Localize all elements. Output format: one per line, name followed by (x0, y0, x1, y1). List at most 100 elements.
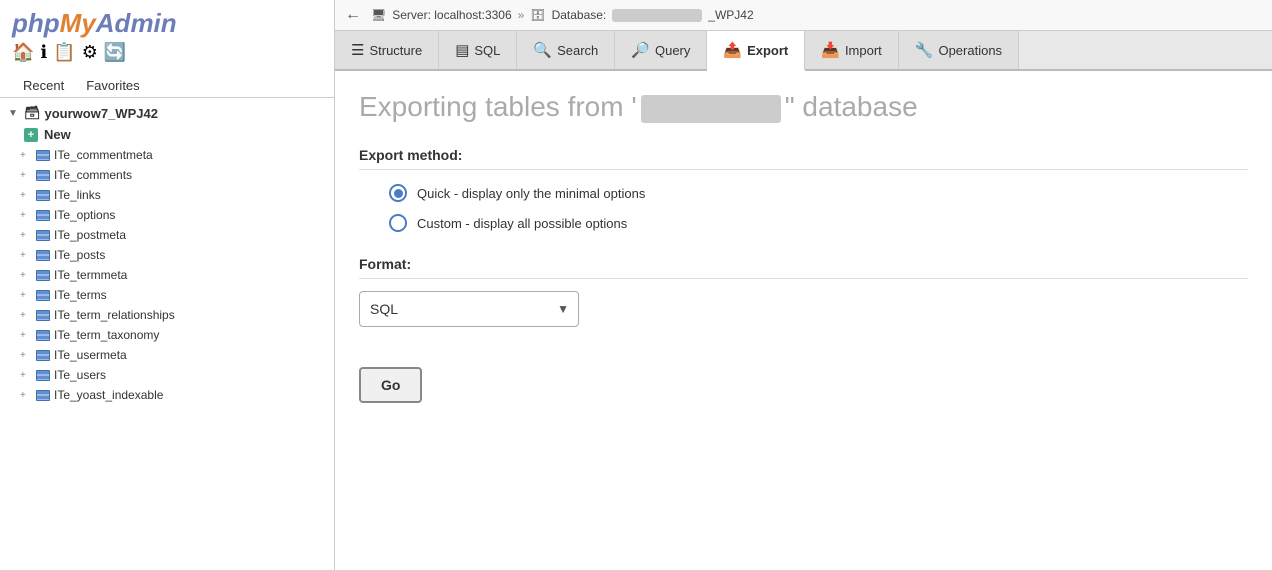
db-name-suffix: _WPJ42 (708, 8, 753, 22)
db-icon: 🗃 (24, 105, 41, 121)
settings-icon[interactable]: ⚙ (82, 42, 98, 63)
logo-my: My (60, 8, 96, 38)
format-select-wrapper: SQLCSVCSV for MS ExcelJSONXML ▼ (359, 291, 1248, 327)
table-item[interactable]: + ITe_users (0, 365, 334, 385)
table-item[interactable]: + ITe_comments (0, 165, 334, 185)
export-tab-icon: 📤 (723, 41, 742, 59)
server-breadcrumb-icon: 🖥 (371, 8, 386, 22)
custom-option[interactable]: Custom - display all possible options (389, 214, 1248, 232)
table-item[interactable]: + ITe_commentmeta (0, 145, 334, 165)
database-breadcrumb-icon: 🗄 (530, 8, 545, 22)
tab-operations[interactable]: 🔧Operations (899, 31, 1019, 69)
tab-export[interactable]: 📤 Export (707, 31, 805, 71)
table-list: + ITe_commentmeta + ITe_comments + ITe_l… (0, 145, 334, 405)
export-tab-label: Export (747, 43, 788, 58)
table-icon (35, 307, 51, 323)
refresh-icon[interactable]: 🔄 (104, 42, 126, 63)
table-name: ITe_terms (54, 288, 107, 302)
table-name: ITe_posts (54, 248, 105, 262)
home-icon[interactable]: 🏠 (12, 42, 34, 63)
page-title-db-blur (641, 95, 781, 123)
table-expand-icon: + (20, 330, 32, 341)
new-item[interactable]: + New (0, 124, 334, 145)
quick-option[interactable]: Quick - display only the minimal options (389, 184, 1248, 202)
tab-sql[interactable]: ▤SQL (439, 31, 517, 69)
copy-icon[interactable]: 📋 (53, 42, 75, 63)
nav-tabs: Recent Favorites (0, 69, 334, 98)
tab-search[interactable]: 🔍Search (517, 31, 615, 69)
page-title: Exporting tables from ' " database (359, 91, 1248, 123)
search-tab-icon: 🔍 (533, 41, 552, 59)
format-header: Format: (359, 256, 1248, 279)
main-panel: ← 🖥 Server: localhost:3306 » 🗄 Database:… (335, 0, 1272, 570)
database-tree: ▼ 🗃 yourwow7_WPJ42 + New + ITe_commentme… (0, 98, 334, 570)
db-name-blurred (612, 9, 702, 22)
new-item-label: New (44, 127, 71, 142)
table-icon (35, 367, 51, 383)
import-tab-label: Import (845, 43, 882, 58)
table-expand-icon: + (20, 270, 32, 281)
table-item[interactable]: + ITe_yoast_indexable (0, 385, 334, 405)
table-item[interactable]: + ITe_termmeta (0, 265, 334, 285)
server-text: Server: localhost:3306 (392, 8, 511, 22)
favorites-tab[interactable]: Favorites (75, 73, 150, 97)
database-label: Database: (552, 8, 607, 22)
page-title-prefix: Exporting tables from ' (359, 91, 637, 122)
recent-tab[interactable]: Recent (12, 73, 75, 97)
query-tab-icon: 🔎 (631, 41, 650, 59)
table-expand-icon: + (20, 190, 32, 201)
table-item[interactable]: + ITe_term_taxonomy (0, 325, 334, 345)
table-item[interactable]: + ITe_terms (0, 285, 334, 305)
table-name: ITe_comments (54, 168, 132, 182)
db-root-item[interactable]: ▼ 🗃 yourwow7_WPJ42 (0, 102, 334, 124)
tab-structure[interactable]: ☰Structure (335, 31, 439, 69)
back-button[interactable]: ← (345, 6, 361, 24)
info-icon[interactable]: ℹ (40, 42, 47, 63)
format-section: Format: SQLCSVCSV for MS ExcelJSONXML ▼ (359, 256, 1248, 327)
custom-radio[interactable] (389, 214, 407, 232)
db-root-label: yourwow7_WPJ42 (45, 106, 158, 121)
tab-query[interactable]: 🔎 Query (615, 31, 707, 69)
content-area: Exporting tables from ' " database Export… (335, 71, 1272, 570)
table-item[interactable]: + ITe_term_relationships (0, 305, 334, 325)
quick-radio[interactable] (389, 184, 407, 202)
table-name: ITe_yoast_indexable (54, 388, 163, 402)
table-icon (35, 227, 51, 243)
table-icon (35, 387, 51, 403)
format-select-container: SQLCSVCSV for MS ExcelJSONXML ▼ (359, 291, 579, 327)
table-item[interactable]: + ITe_postmeta (0, 225, 334, 245)
table-name: ITe_options (54, 208, 115, 222)
table-item[interactable]: + ITe_links (0, 185, 334, 205)
table-expand-icon: + (20, 250, 32, 261)
table-expand-icon: + (20, 150, 32, 161)
table-icon (35, 287, 51, 303)
table-expand-icon: + (20, 310, 32, 321)
breadcrumb-bar: ← 🖥 Server: localhost:3306 » 🗄 Database:… (335, 0, 1272, 31)
table-icon (35, 327, 51, 343)
logo-admin: Admin (96, 8, 177, 38)
logo-php: php (12, 8, 60, 38)
page-title-suffix: " database (785, 91, 918, 122)
table-expand-icon: + (20, 290, 32, 301)
tab-import[interactable]: 📥Import (805, 31, 899, 69)
table-item[interactable]: + ITe_usermeta (0, 345, 334, 365)
table-name: ITe_termmeta (54, 268, 127, 282)
sql-tab-label: SQL (474, 43, 500, 58)
go-button[interactable]: Go (359, 367, 422, 403)
query-tab-label: Query (655, 43, 690, 58)
table-icon (35, 267, 51, 283)
table-item[interactable]: + ITe_posts (0, 245, 334, 265)
table-name: ITe_users (54, 368, 106, 382)
custom-label: Custom - display all possible options (417, 216, 627, 231)
breadcrumb-sep: » (518, 8, 525, 22)
operations-tab-icon: 🔧 (915, 41, 934, 59)
format-select[interactable]: SQLCSVCSV for MS ExcelJSONXML (359, 291, 579, 327)
table-item[interactable]: + ITe_options (0, 205, 334, 225)
table-expand-icon: + (20, 210, 32, 221)
app-logo: phpMyAdmin (12, 10, 322, 36)
table-icon (35, 207, 51, 223)
db-expand-icon: ▼ (8, 108, 20, 119)
table-expand-icon: + (20, 390, 32, 401)
table-icon (35, 167, 51, 183)
export-method-group: Quick - display only the minimal options… (389, 184, 1248, 232)
